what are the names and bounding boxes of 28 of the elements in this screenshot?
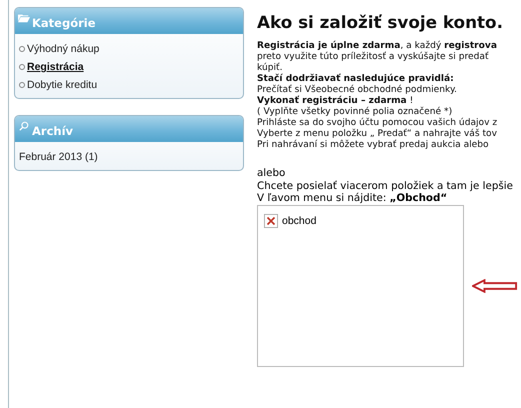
text-line: preto využite túto príležitosť a vyskúšajte si predať bbox=[257, 52, 490, 62]
text-line: Prihláste sa do svojho účtu pomocou vašich údajov z bbox=[257, 118, 498, 128]
sidebar-link[interactable]: Výhodný nákup bbox=[27, 43, 100, 55]
text-line: Prečítať si Všeobecné obchodné podmienky. bbox=[257, 85, 458, 96]
arrow-icon bbox=[472, 278, 518, 292]
panel-title: Archív bbox=[32, 124, 74, 138]
broken-image-icon bbox=[264, 214, 278, 228]
image-alt-text: obchod bbox=[282, 214, 316, 226]
text-line: Registrácia je úplne zdarma, a každý registrova bbox=[257, 41, 498, 52]
sidebar-link[interactable]: Registrácia bbox=[27, 61, 84, 73]
bullet-icon bbox=[19, 64, 25, 70]
text-line: V ľavom menu si nájdite: „Obchod“ bbox=[257, 192, 448, 204]
text-line: kúpiť. bbox=[257, 63, 284, 74]
page-title: Ako si založiť svoje konto. bbox=[257, 12, 504, 32]
panel-title: Kategórie bbox=[32, 16, 96, 30]
text-line: Pri nahrávaní si môžete vybrať predaj aukcia alebo bbox=[257, 140, 490, 151]
text-line: Stačí dodržiavať nasledujúce pravidlá: bbox=[257, 74, 455, 84]
text-line: alebo bbox=[257, 167, 286, 180]
text-line: Chcete posielať viacerom položiek a tam je lepšie bbox=[257, 180, 514, 192]
sidebar-link[interactable]: Február 2013 (1) bbox=[19, 151, 98, 163]
bullet-icon bbox=[19, 46, 25, 52]
text-line: Vyberte z menu položku „ Predať“ a nahrajte váš tov bbox=[257, 129, 498, 140]
text-line: ( Vyplňte všetky povinné polia označené *) bbox=[257, 107, 454, 118]
sidebar-link[interactable]: Dobytie kreditu bbox=[27, 79, 98, 91]
search-icon bbox=[18, 121, 30, 131]
text-line: Vykonať registráciu – zdarma ! bbox=[257, 96, 414, 106]
bullet-icon bbox=[19, 82, 25, 88]
folder-icon bbox=[18, 13, 30, 23]
